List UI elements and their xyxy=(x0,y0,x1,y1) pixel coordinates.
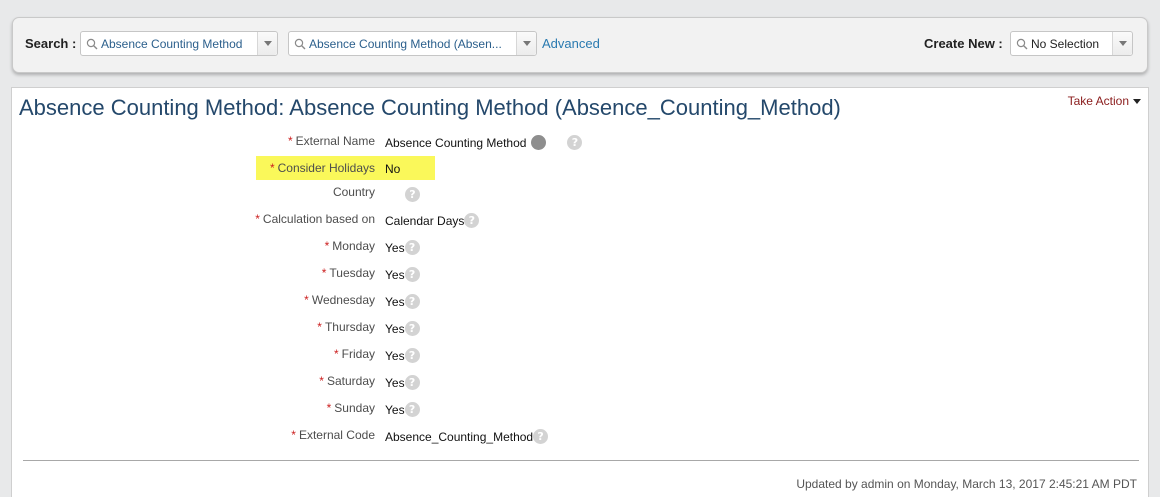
search-label: Search : xyxy=(25,36,77,51)
field-tuesday: * Tuesday Yes ? xyxy=(12,264,612,284)
required-marker: * xyxy=(333,347,339,361)
help-icon[interactable]: ? xyxy=(464,213,480,228)
create-new-combo[interactable]: No Selection xyxy=(1010,31,1133,56)
field-value: Yes xyxy=(385,267,405,282)
field-value: Yes xyxy=(385,375,405,390)
help-icon[interactable]: ? xyxy=(404,375,420,390)
field-label: Sunday xyxy=(334,401,375,415)
field-label: Wednesday xyxy=(311,293,375,307)
field-label: Country xyxy=(332,185,375,199)
search-bar: Search : Absence Counting Method Absence… xyxy=(12,17,1148,73)
field-calculation-based-on: * Calculation based on Calendar Days ? xyxy=(12,210,612,230)
search-icon xyxy=(294,38,306,49)
field-value: No xyxy=(385,162,401,176)
field-external-code: * External Code Absence_Counting_Method ? xyxy=(12,426,612,446)
field-value: Yes xyxy=(385,348,405,363)
required-marker: * xyxy=(326,401,332,415)
chevron-down-icon[interactable] xyxy=(1112,32,1132,55)
required-marker: * xyxy=(304,293,309,307)
required-marker: * xyxy=(317,320,322,334)
field-label: Calculation based on xyxy=(262,212,375,226)
chevron-down-icon[interactable] xyxy=(516,32,536,55)
help-icon[interactable]: ? xyxy=(533,429,549,444)
field-sunday: * Sunday Yes ? xyxy=(12,399,612,419)
help-icon[interactable]: ? xyxy=(404,348,420,363)
field-label: Saturday xyxy=(326,374,375,388)
divider xyxy=(23,460,1139,461)
field-external-name: * External Name Absence Counting Method ? xyxy=(12,132,612,152)
help-icon[interactable]: ? xyxy=(404,267,420,282)
required-marker: * xyxy=(321,266,327,280)
required-marker: * xyxy=(291,428,296,442)
field-friday: * Friday Yes ? xyxy=(12,345,612,365)
field-saturday: * Saturday Yes ? xyxy=(12,372,612,392)
help-icon[interactable]: ? xyxy=(404,321,420,336)
field-value: Yes xyxy=(385,402,405,417)
page-title: Absence Counting Method: Absence Countin… xyxy=(19,95,841,120)
advanced-search-link[interactable]: Advanced xyxy=(542,36,600,51)
field-label: Thursday xyxy=(324,320,375,334)
required-marker: * xyxy=(269,161,275,175)
field-value: Absence_Counting_Method xyxy=(385,429,534,444)
required-marker: * xyxy=(319,374,324,388)
field-consider-holidays: * Consider Holidays No xyxy=(12,159,612,179)
updated-timestamp: on Monday, March 13, 2017 2:45:21 AM PDT xyxy=(897,477,1137,491)
create-new-label: Create New : xyxy=(924,36,1003,51)
field-label: External Code xyxy=(298,428,375,442)
field-label: Friday xyxy=(341,347,375,361)
field-value: Calendar Days xyxy=(385,213,465,228)
help-icon[interactable]: ? xyxy=(567,135,583,150)
field-thursday: * Thursday Yes ? xyxy=(12,318,612,338)
take-action-menu[interactable]: Take Action xyxy=(1068,94,1141,108)
updated-prefix: Updated by xyxy=(796,477,858,491)
field-country: Country ? xyxy=(12,183,612,203)
field-label: External Name xyxy=(295,134,375,148)
record-panel: Absence Counting Method: Absence Countin… xyxy=(11,87,1149,497)
help-icon[interactable]: ? xyxy=(404,240,420,255)
field-monday: * Monday Yes ? xyxy=(12,237,612,257)
field-value: Absence Counting Method xyxy=(385,135,527,150)
help-icon[interactable]: ? xyxy=(404,402,420,417)
field-label: Tuesday xyxy=(329,266,375,280)
search-object-combo[interactable]: Absence Counting Method xyxy=(80,31,278,56)
field-label: Consider Holidays xyxy=(277,161,375,175)
required-marker: * xyxy=(324,239,330,253)
take-action-label: Take Action xyxy=(1067,94,1129,108)
field-value: Yes xyxy=(385,240,405,255)
translate-globe-icon[interactable] xyxy=(531,135,547,150)
field-value: Yes xyxy=(385,294,405,309)
last-updated-info: Updated by admin on Monday, March 13, 20… xyxy=(796,477,1137,491)
chevron-down-icon[interactable] xyxy=(257,32,277,55)
required-marker: * xyxy=(287,134,293,148)
caret-down-icon xyxy=(1133,98,1141,104)
search-icon xyxy=(1016,38,1028,49)
search-icon xyxy=(86,38,98,49)
updated-user: admin xyxy=(861,477,894,491)
help-icon[interactable]: ? xyxy=(405,187,420,202)
create-new-value: No Selection xyxy=(1031,36,1100,51)
help-icon[interactable]: ? xyxy=(404,294,420,309)
field-label: Monday xyxy=(332,239,375,253)
field-wednesday: * Wednesday Yes ? xyxy=(12,291,612,311)
search-instance-combo[interactable]: Absence Counting Method (Absen... xyxy=(288,31,537,56)
search-object-value: Absence Counting Method xyxy=(101,36,243,51)
search-instance-value: Absence Counting Method (Absen... xyxy=(309,36,502,51)
required-marker: * xyxy=(255,212,260,226)
field-value: Yes xyxy=(385,321,405,336)
